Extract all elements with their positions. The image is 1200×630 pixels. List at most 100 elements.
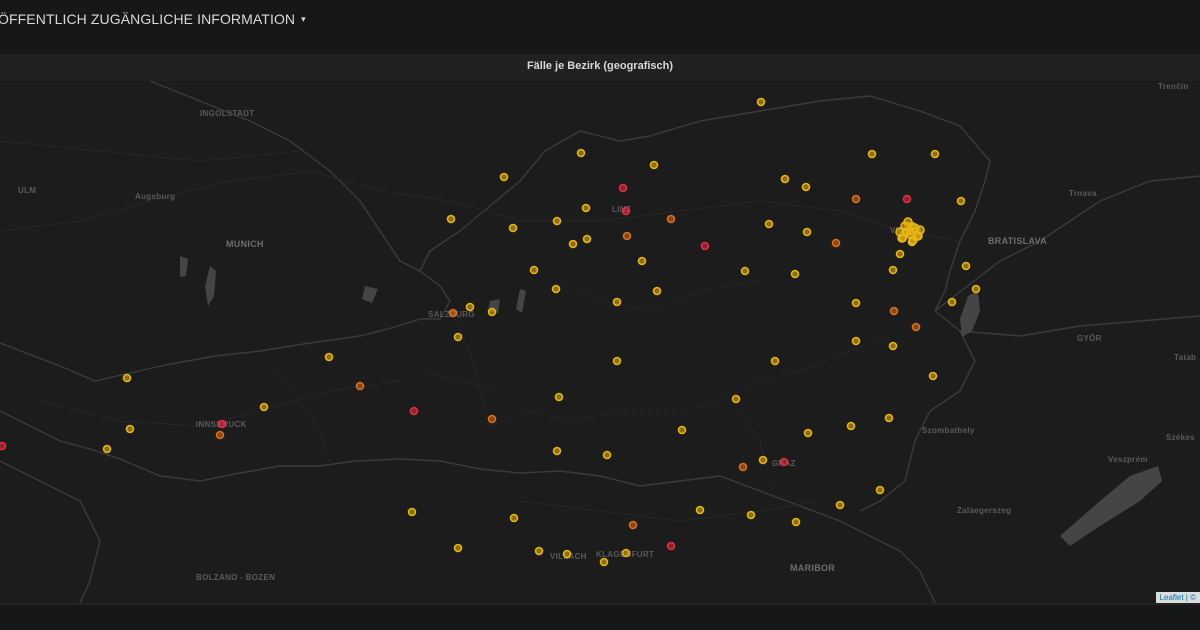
case-marker-low[interactable] (621, 548, 631, 558)
case-marker-mid[interactable] (889, 306, 899, 316)
case-marker-low[interactable] (529, 265, 539, 275)
case-marker-low[interactable] (695, 505, 705, 515)
case-marker-high[interactable] (0, 441, 7, 451)
case-marker-low[interactable] (562, 549, 572, 559)
case-marker-high[interactable] (666, 541, 676, 551)
case-marker-mid[interactable] (831, 238, 841, 248)
case-marker-mid[interactable] (622, 231, 632, 241)
case-marker-mid[interactable] (487, 414, 497, 424)
dashboard-title-dropdown[interactable]: ÖFFENTLICH ZUGÄNGLICHE INFORMATION ▾ (0, 11, 306, 27)
case-marker-low[interactable] (446, 214, 456, 224)
case-marker-low[interactable] (599, 557, 609, 567)
case-marker-mid[interactable] (215, 430, 225, 440)
case-marker-low[interactable] (928, 371, 938, 381)
case-marker-high[interactable] (779, 457, 789, 467)
case-marker-vienna-cluster[interactable] (908, 235, 918, 245)
case-marker-low[interactable] (971, 284, 981, 294)
case-marker-mid[interactable] (666, 214, 676, 224)
case-marker-low[interactable] (731, 394, 741, 404)
case-marker-mid[interactable] (911, 322, 921, 332)
case-marker-low[interactable] (637, 256, 647, 266)
case-marker-low[interactable] (802, 227, 812, 237)
leaflet-attribution[interactable]: Leaflet | © (1155, 592, 1200, 603)
case-marker-low[interactable] (509, 513, 519, 523)
case-marker-low[interactable] (612, 297, 622, 307)
case-marker-low[interactable] (867, 149, 877, 159)
case-marker-low[interactable] (552, 216, 562, 226)
case-marker-low[interactable] (453, 332, 463, 342)
case-marker-low[interactable] (554, 392, 564, 402)
case-marker-low[interactable] (791, 517, 801, 527)
case-marker-low[interactable] (552, 446, 562, 456)
case-marker-low[interactable] (407, 507, 417, 517)
case-marker-vienna-cluster[interactable] (915, 225, 925, 235)
case-marker-low[interactable] (102, 444, 112, 454)
case-marker-high[interactable] (618, 183, 628, 193)
case-marker-low[interactable] (803, 428, 813, 438)
place-label-augsburg: Augsburg (135, 192, 175, 201)
case-marker-low[interactable] (649, 160, 659, 170)
case-marker-low[interactable] (568, 239, 578, 249)
case-marker-low[interactable] (324, 352, 334, 362)
case-marker-mid[interactable] (355, 381, 365, 391)
place-label-trencin: Trenčín (1158, 82, 1189, 91)
case-marker-low[interactable] (125, 424, 135, 434)
case-marker-low[interactable] (875, 485, 885, 495)
case-marker-low[interactable] (582, 234, 592, 244)
case-marker-low[interactable] (453, 543, 463, 553)
map-panel[interactable]: INGOLSTADT ULM Augsburg MUNICH LINZ SALZ… (0, 81, 1200, 603)
case-marker-low[interactable] (576, 148, 586, 158)
case-marker-low[interactable] (465, 302, 475, 312)
case-marker-low[interactable] (884, 413, 894, 423)
case-marker-low[interactable] (581, 203, 591, 213)
case-marker-low[interactable] (551, 284, 561, 294)
case-marker-low[interactable] (259, 402, 269, 412)
case-marker-vienna-cluster[interactable] (903, 217, 913, 227)
case-marker-low[interactable] (888, 265, 898, 275)
case-marker-low[interactable] (487, 307, 497, 317)
case-marker-mid[interactable] (628, 520, 638, 530)
case-marker-low[interactable] (652, 286, 662, 296)
case-marker-low[interactable] (851, 298, 861, 308)
case-marker-vienna-cluster[interactable] (895, 227, 905, 237)
case-marker-low[interactable] (930, 149, 940, 159)
case-marker-low[interactable] (534, 546, 544, 556)
panel-header[interactable]: Fälle je Bezirk (geografisch) (0, 54, 1200, 81)
case-marker-low[interactable] (499, 172, 509, 182)
case-marker-high[interactable] (217, 419, 227, 429)
case-marker-low[interactable] (780, 174, 790, 184)
case-marker-high[interactable] (700, 241, 710, 251)
place-label-ingolstadt: INGOLSTADT (200, 109, 254, 118)
case-marker-low[interactable] (756, 97, 766, 107)
case-marker-low[interactable] (602, 450, 612, 460)
case-marker-low[interactable] (851, 336, 861, 346)
case-marker-low[interactable] (740, 266, 750, 276)
case-marker-low[interactable] (790, 269, 800, 279)
case-marker-low[interactable] (961, 261, 971, 271)
case-marker-low[interactable] (846, 421, 856, 431)
case-marker-low[interactable] (122, 373, 132, 383)
case-marker-high[interactable] (902, 194, 912, 204)
case-marker-mid[interactable] (851, 194, 861, 204)
place-labels: INGOLSTADT ULM Augsburg MUNICH LINZ SALZ… (18, 82, 1196, 582)
dashboard-header: ÖFFENTLICH ZUGÄNGLICHE INFORMATION ▾ (0, 0, 1200, 44)
case-marker-high[interactable] (621, 206, 631, 216)
case-marker-low[interactable] (508, 223, 518, 233)
case-marker-low[interactable] (895, 249, 905, 259)
case-marker-low[interactable] (746, 510, 756, 520)
case-marker-mid[interactable] (738, 462, 748, 472)
case-marker-low[interactable] (758, 455, 768, 465)
case-marker-low[interactable] (677, 425, 687, 435)
map-canvas[interactable]: INGOLSTADT ULM Augsburg MUNICH LINZ SALZ… (0, 81, 1200, 603)
case-marker-mid[interactable] (448, 308, 458, 318)
case-marker-low[interactable] (770, 356, 780, 366)
case-marker-low[interactable] (764, 219, 774, 229)
case-marker-high[interactable] (409, 406, 419, 416)
case-marker-low[interactable] (612, 356, 622, 366)
case-marker-low[interactable] (888, 341, 898, 351)
case-marker-low[interactable] (956, 196, 966, 206)
case-marker-low[interactable] (801, 182, 811, 192)
place-label-gyor: GYŐR (1077, 334, 1102, 343)
case-marker-low[interactable] (947, 297, 957, 307)
case-marker-low[interactable] (835, 500, 845, 510)
